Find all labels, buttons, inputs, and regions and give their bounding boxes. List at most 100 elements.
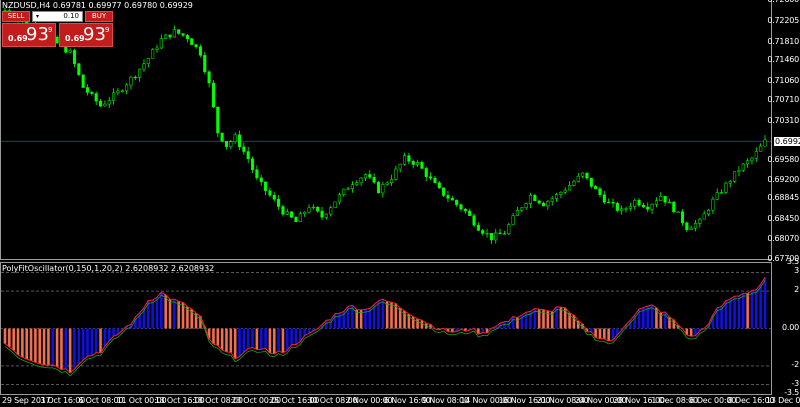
candle-body (667, 201, 672, 204)
candle-body (628, 206, 632, 209)
oscillator-axis-label: 3 (794, 266, 799, 276)
candle-body (185, 35, 189, 39)
buy-quote-fraction: 9 (105, 26, 110, 34)
chart-window[interactable]: NZDUSD,H4 0.69781 0.69977 0.69780 0.6992… (0, 0, 800, 407)
candle-body (450, 198, 454, 201)
lot-size-field[interactable]: ▾ 0.10 (32, 11, 83, 22)
candle-body (659, 195, 663, 201)
candle-body (759, 145, 763, 152)
sell-quote-prefix: 0.69 (8, 34, 28, 43)
candle-body (507, 224, 511, 235)
price-axis-label: 0.68070 (767, 234, 799, 244)
candle-body (233, 134, 237, 143)
price-axis[interactable]: 0.72600 0.72205 0.71810 0.71460 0.71060 0.707… (767, 0, 800, 263)
candle-body (676, 211, 680, 213)
candle-body (416, 162, 420, 165)
candle-body (468, 210, 472, 216)
candle-body (255, 169, 259, 179)
candle-body (654, 200, 658, 205)
candle-body (407, 155, 411, 162)
candle-body (702, 213, 706, 220)
candle-body (98, 100, 103, 107)
candle-body (146, 58, 150, 64)
candle-body (763, 139, 767, 147)
price-pane[interactable] (0, 0, 772, 260)
candle-body (203, 55, 207, 73)
candle-body (563, 189, 567, 193)
candle-body (359, 177, 363, 183)
price-axis-label: 0.70710 (767, 94, 799, 104)
candle-body (368, 174, 372, 178)
candle-body (429, 176, 433, 179)
candle-body (103, 103, 107, 107)
candle-body (498, 232, 502, 235)
candle-body (125, 84, 129, 92)
candle-body (94, 93, 98, 102)
candle-body (650, 203, 654, 210)
candle-body (112, 92, 116, 101)
price-axis-label: 0.71060 (767, 76, 799, 86)
candle-body (207, 71, 211, 84)
sell-quote-button[interactable]: 0.69 93 9 (2, 23, 56, 47)
oscillator-axis-label: 3.5 (786, 257, 799, 266)
candle-body (181, 33, 185, 36)
price-axis-label: 0.71810 (767, 36, 799, 46)
lot-dropdown-icon[interactable]: ▾ (34, 13, 41, 20)
one-click-trading-panel: SELL ▾ 0.10 BUY 0.69 93 9 0.69 93 9 (2, 11, 113, 47)
candle-body (268, 190, 272, 196)
sell-button[interactable]: SELL (2, 11, 30, 22)
candle-body (663, 195, 667, 203)
oscillator-pane[interactable] (0, 262, 772, 395)
candle-body (389, 178, 394, 184)
candle-body (442, 187, 446, 196)
candle-body (728, 181, 732, 184)
candle-body (350, 184, 354, 189)
candle-body (533, 195, 537, 202)
candle-body (733, 171, 737, 182)
candle-body (437, 182, 441, 189)
candle-body (216, 106, 220, 134)
candle-body (290, 211, 294, 218)
candle-body (724, 182, 728, 193)
candle-body (685, 222, 689, 230)
price-axis-label: 0.68450 (767, 214, 799, 224)
buy-button[interactable]: BUY (85, 11, 113, 22)
candle-body (159, 38, 163, 49)
symbol-title: NZDUSD,H4 0.69781 0.69977 0.69780 0.6992… (2, 1, 193, 10)
oscillator-plot[interactable] (1, 263, 771, 394)
candle-body (220, 132, 224, 142)
buy-quote-button[interactable]: 0.69 93 9 (59, 23, 113, 47)
candle-body (68, 50, 72, 53)
oscillator-title: PolyFitOscillator(0,150,1,20,2) 2.620893… (2, 264, 215, 273)
price-plot[interactable] (1, 0, 771, 259)
sell-quote-fraction: 9 (48, 26, 53, 34)
candle-body (120, 90, 124, 92)
candle-body (342, 188, 346, 195)
candle-body (481, 230, 485, 234)
price-axis-label: 0.72205 (767, 15, 799, 25)
candle-body (524, 203, 528, 209)
time-axis[interactable]: 29 Sep 2017 3 Oct 16:00 6 Oct 08:00 11 Oct … (0, 395, 800, 407)
candle-body (680, 211, 685, 224)
candle-body (472, 215, 476, 226)
candle-body (576, 175, 580, 182)
candle-body (698, 218, 702, 224)
candle-body (285, 211, 289, 215)
candle-body (446, 195, 450, 199)
candle-body (537, 200, 541, 204)
candle-body (607, 201, 611, 204)
candle-body (559, 192, 563, 195)
candle-body (172, 29, 176, 38)
candle-body (589, 177, 593, 187)
candle-body (246, 151, 250, 160)
candle-body (420, 162, 424, 169)
candle-body (333, 201, 337, 208)
candle-body (455, 199, 459, 205)
candle-body (615, 202, 619, 211)
candle-body (281, 206, 285, 215)
candle-body (689, 227, 693, 230)
candle-body (177, 29, 181, 34)
candle-body (546, 201, 550, 207)
candle-body (316, 206, 320, 212)
candle-body (324, 213, 328, 218)
